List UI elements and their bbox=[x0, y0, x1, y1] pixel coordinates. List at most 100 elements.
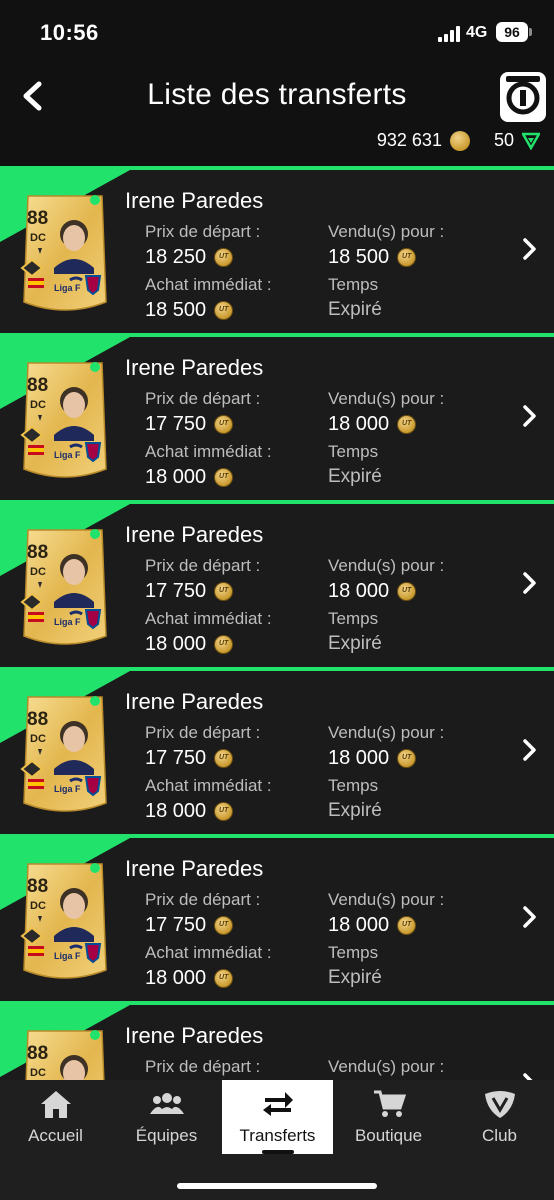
start-price-label: Prix de départ : bbox=[145, 1057, 261, 1076]
time-value: Expiré bbox=[328, 800, 382, 821]
objectives-button[interactable] bbox=[500, 72, 546, 122]
chevron-right-icon[interactable] bbox=[520, 403, 540, 429]
transfer-list-item[interactable]: 88 DC Liga F Irene Paredes Prix de dépar… bbox=[0, 500, 554, 667]
sold-for-label: Vendu(s) pour : bbox=[328, 389, 445, 408]
card-league: Liga F bbox=[54, 450, 81, 460]
sold-for-label: Vendu(s) pour : bbox=[328, 222, 445, 241]
buy-now-value: 18 500 bbox=[145, 299, 234, 322]
coin-icon bbox=[214, 248, 234, 267]
transfer-list-item[interactable]: 88 DC Liga F Irene Paredes Prix de dépar… bbox=[0, 1001, 554, 1080]
nav-label: Transferts bbox=[239, 1126, 316, 1145]
points-icon bbox=[522, 132, 540, 150]
sold-for-value: 18 500 bbox=[328, 246, 417, 269]
users-icon bbox=[149, 1088, 184, 1120]
card-rating: 88 bbox=[27, 208, 49, 229]
nav-label: Boutique bbox=[354, 1126, 423, 1145]
card-league: Liga F bbox=[54, 951, 81, 961]
sold-for-value: 18 000 bbox=[328, 914, 417, 937]
chevron-right-icon[interactable] bbox=[520, 737, 540, 763]
transfer-arrows-icon bbox=[261, 1088, 295, 1120]
chevron-right-icon[interactable] bbox=[520, 1071, 540, 1080]
nav-equipes[interactable]: Équipes bbox=[111, 1080, 222, 1154]
start-price-label: Prix de départ : bbox=[145, 389, 261, 408]
currency-bar: 932 631 50 bbox=[377, 130, 540, 151]
transfer-list-item[interactable]: 88 DC Liga F Irene Paredes Prix de dépar… bbox=[0, 834, 554, 1001]
sold-for-value: 18 000 bbox=[328, 580, 417, 603]
card-position: DC bbox=[30, 399, 46, 411]
sold-for-value: 18 000 bbox=[328, 413, 417, 436]
nav-club[interactable]: Club bbox=[444, 1080, 554, 1154]
buy-now-value: 18 000 bbox=[145, 967, 234, 990]
coin-icon bbox=[214, 635, 234, 654]
coin-icon bbox=[214, 468, 234, 487]
start-price-value: 17 750 bbox=[145, 747, 234, 770]
chevron-right-icon[interactable] bbox=[520, 570, 540, 596]
coin-icon bbox=[397, 248, 417, 267]
coin-icon bbox=[214, 415, 234, 434]
coin-icon bbox=[214, 916, 234, 935]
card-rating: 88 bbox=[27, 876, 49, 897]
card-league: Liga F bbox=[54, 283, 81, 293]
page-title: Liste des transferts bbox=[147, 78, 407, 111]
player-name: Irene Paredes bbox=[125, 355, 264, 380]
time-label: Temps bbox=[328, 442, 379, 461]
chevron-right-icon[interactable] bbox=[520, 236, 540, 262]
status-time: 10:56 bbox=[40, 20, 99, 45]
coin-icon bbox=[214, 969, 234, 988]
time-label: Temps bbox=[328, 776, 379, 795]
player-name: Irene Paredes bbox=[125, 522, 264, 547]
coin-icon bbox=[397, 415, 417, 434]
bottom-nav: Accueil Équipes Transferts Boutique Club bbox=[0, 1080, 554, 1200]
nav-label: Accueil bbox=[28, 1126, 83, 1145]
header: Liste des transferts 932 631 50 bbox=[0, 64, 554, 160]
coin-icon bbox=[214, 749, 234, 768]
player-name: Irene Paredes bbox=[125, 856, 264, 881]
card-league: Liga F bbox=[54, 784, 81, 794]
nav-label: Club bbox=[482, 1126, 517, 1145]
transfer-list-item[interactable]: 88 DC Liga F Irene Paredes Prix de dépar… bbox=[0, 333, 554, 500]
sold-for-label: Vendu(s) pour : bbox=[328, 556, 445, 575]
time-value: Expiré bbox=[328, 466, 382, 487]
transfer-list-item[interactable]: 88 DC Liga F Irene Paredes Prix de dépar… bbox=[0, 667, 554, 834]
nav-label: Équipes bbox=[135, 1126, 198, 1145]
time-value: Expiré bbox=[328, 299, 382, 320]
objectives-icon bbox=[506, 76, 540, 115]
start-price-label: Prix de départ : bbox=[145, 890, 261, 909]
time-label: Temps bbox=[328, 609, 379, 628]
nav-transferts[interactable]: Transferts bbox=[222, 1080, 333, 1154]
card-rating: 88 bbox=[27, 709, 49, 730]
start-price-value: 18 250 bbox=[145, 246, 234, 269]
card-position: DC bbox=[30, 566, 46, 578]
buy-now-value: 18 000 bbox=[145, 466, 234, 489]
time-value: Expiré bbox=[328, 633, 382, 654]
start-price-label: Prix de départ : bbox=[145, 222, 261, 241]
time-label: Temps bbox=[328, 943, 379, 962]
card-position: DC bbox=[30, 900, 46, 912]
coin-icon bbox=[214, 582, 234, 601]
start-price-label: Prix de départ : bbox=[145, 723, 261, 742]
buy-now-value: 18 000 bbox=[145, 800, 234, 823]
card-position: DC bbox=[30, 232, 46, 244]
player-name: Irene Paredes bbox=[125, 689, 264, 714]
cart-icon bbox=[372, 1088, 406, 1120]
sold-for-label: Vendu(s) pour : bbox=[328, 723, 445, 742]
coin-icon bbox=[397, 749, 417, 768]
buy-now-label: Achat immédiat : bbox=[145, 943, 272, 962]
nav-accueil[interactable]: Accueil bbox=[0, 1080, 111, 1154]
coin-icon bbox=[214, 301, 234, 320]
coin-icon bbox=[397, 916, 417, 935]
buy-now-label: Achat immédiat : bbox=[145, 442, 272, 461]
points-amount: 50 bbox=[493, 130, 514, 150]
buy-now-label: Achat immédiat : bbox=[145, 609, 272, 628]
status-bar: 10:56 4G 96 bbox=[0, 0, 554, 64]
home-indicator bbox=[177, 1183, 377, 1189]
card-rating: 88 bbox=[27, 375, 49, 396]
sold-for-label: Vendu(s) pour : bbox=[328, 890, 445, 909]
transfer-list-item[interactable]: 88 DC Liga F Irene Paredes Prix de dépar… bbox=[0, 166, 554, 333]
sold-for-value: 18 000 bbox=[328, 747, 417, 770]
card-league: Liga F bbox=[54, 617, 81, 627]
nav-boutique[interactable]: Boutique bbox=[333, 1080, 444, 1154]
chevron-right-icon[interactable] bbox=[520, 904, 540, 930]
time-label: Temps bbox=[328, 275, 379, 294]
transfer-list: 88 DC Liga F Irene Paredes Prix de dépar… bbox=[0, 166, 554, 1080]
